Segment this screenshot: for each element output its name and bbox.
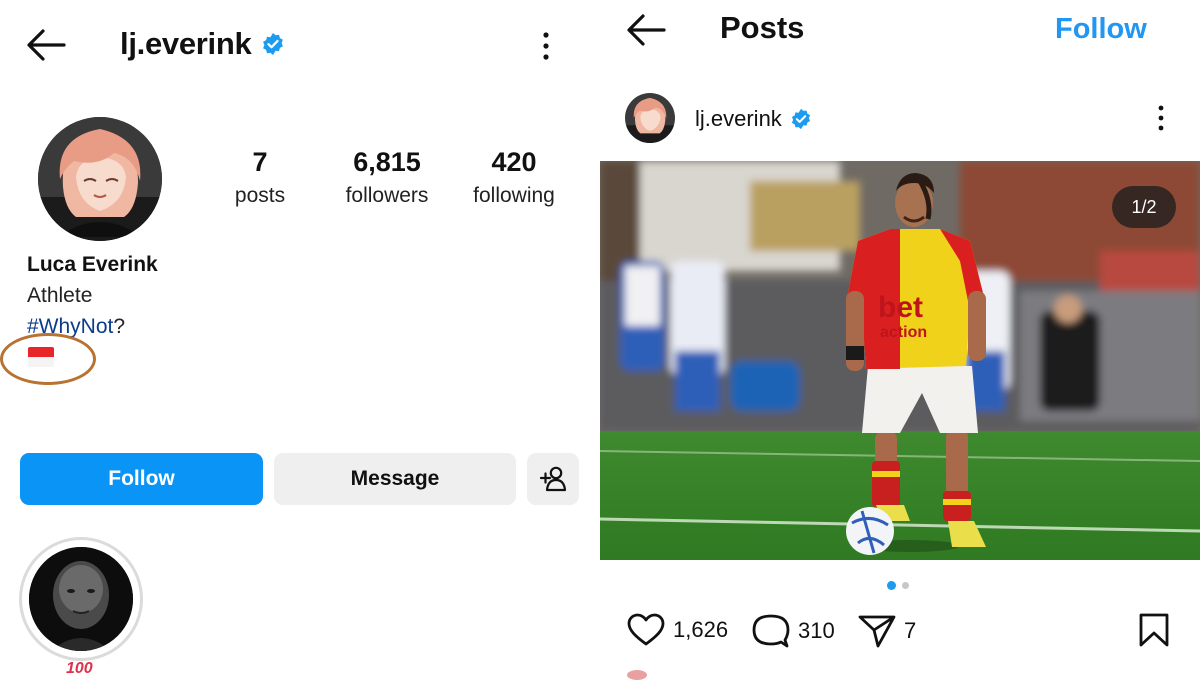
- bookmark-icon[interactable]: [1138, 612, 1170, 648]
- stat-following-count: 420: [491, 147, 537, 177]
- post-author-avatar[interactable]: [625, 93, 675, 143]
- profile-username: lj.everink: [120, 26, 252, 61]
- post-image[interactable]: bet action: [600, 161, 1200, 560]
- svg-text:bet: bet: [878, 291, 923, 324]
- stat-following[interactable]: 420 following: [449, 147, 579, 208]
- carousel-page-indicator: 1/2: [1112, 186, 1176, 228]
- stat-following-label: following: [473, 184, 555, 207]
- highlight-annotation-circle: [0, 333, 96, 385]
- message-button[interactable]: Message: [274, 453, 516, 505]
- stat-posts[interactable]: 7 posts: [195, 147, 325, 208]
- stat-posts-label: posts: [234, 184, 286, 207]
- like-count[interactable]: 1,626: [673, 617, 728, 643]
- story-highlight-label: 100: [66, 662, 93, 675]
- stat-followers-count: 6,815: [353, 147, 421, 177]
- profile-full-name: Luca Everink: [27, 253, 158, 276]
- post-author-username[interactable]: lj.everink: [695, 106, 782, 132]
- more-options-icon[interactable]: [536, 30, 556, 62]
- comment-count[interactable]: 310: [798, 618, 835, 644]
- like-action[interactable]: 1,626: [627, 613, 728, 647]
- verified-badge-icon: [261, 32, 285, 56]
- story-highlight[interactable]: [19, 537, 143, 661]
- add-person-icon: [539, 466, 567, 492]
- story-highlight-image: [29, 547, 133, 651]
- header-follow-button[interactable]: Follow: [1055, 13, 1147, 46]
- carousel-dot-active: [887, 581, 896, 590]
- comment-bubble-icon[interactable]: [752, 613, 790, 649]
- carousel-dot: [902, 582, 909, 589]
- back-arrow-icon[interactable]: [26, 28, 66, 62]
- follow-button[interactable]: Follow: [20, 453, 263, 505]
- verified-badge-icon: [790, 108, 812, 130]
- profile-header: lj.everink: [120, 26, 285, 62]
- comment-action[interactable]: 310: [752, 613, 835, 649]
- profile-category: Athlete: [27, 284, 93, 307]
- stat-posts-count: 7: [252, 147, 268, 177]
- send-paper-plane-icon[interactable]: [858, 613, 896, 649]
- add-person-button[interactable]: [527, 453, 579, 505]
- liked-by-avatar: [627, 670, 647, 680]
- page-title: Posts: [720, 10, 805, 45]
- profile-panel: lj.everink 7 posts 6,815 followers 420 f…: [0, 0, 600, 675]
- bio-suffix: ?: [113, 315, 126, 338]
- back-arrow-icon[interactable]: [626, 13, 666, 47]
- stat-followers-label: followers: [345, 184, 429, 207]
- post-author[interactable]: lj.everink: [695, 106, 812, 132]
- profile-avatar[interactable]: [38, 117, 162, 241]
- svg-text:action: action: [880, 324, 927, 341]
- share-count[interactable]: 7: [904, 618, 916, 644]
- share-action[interactable]: 7: [858, 613, 916, 649]
- stat-followers[interactable]: 6,815 followers: [322, 147, 452, 208]
- post-more-options-icon[interactable]: [1153, 104, 1169, 132]
- heart-icon[interactable]: [627, 613, 665, 647]
- post-panel: Posts Follow lj.everink bet action 1/2 1…: [600, 0, 1200, 680]
